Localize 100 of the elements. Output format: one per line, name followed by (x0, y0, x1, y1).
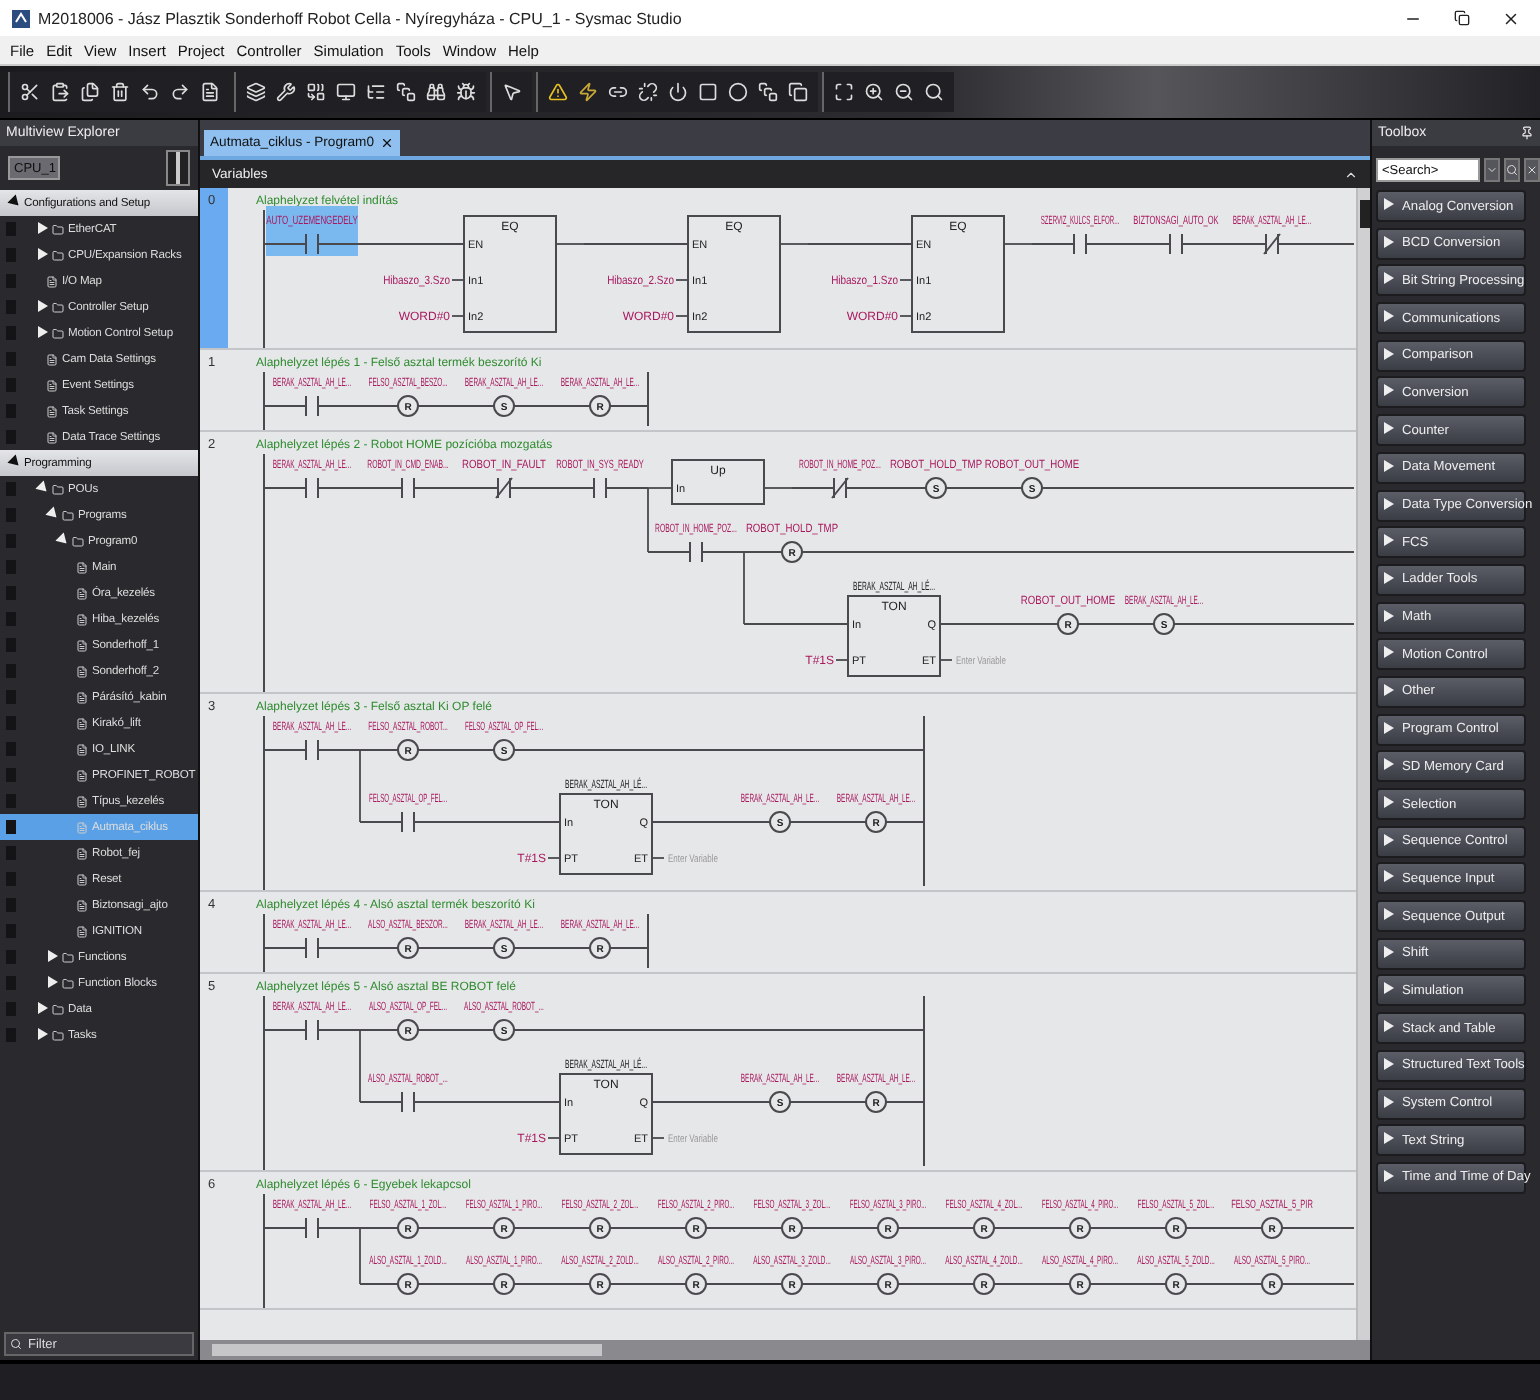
expand-arrow-icon[interactable] (1384, 198, 1394, 210)
expand-arrow-icon[interactable] (1384, 646, 1394, 659)
expand-arrow-icon[interactable] (1384, 272, 1394, 285)
contact-symbol[interactable] (401, 811, 415, 833)
marker-icon (6, 482, 16, 496)
restore-icon[interactable] (1454, 9, 1470, 25)
scissors-icon[interactable] (20, 82, 40, 102)
expand-arrow-icon[interactable] (38, 325, 48, 337)
copy-icon[interactable] (80, 82, 100, 102)
contact-symbol[interactable] (1073, 233, 1087, 255)
marker-icon (6, 274, 16, 288)
monitor-icon[interactable] (336, 82, 356, 102)
expand-arrow-icon[interactable] (38, 299, 48, 311)
expand-arrow-icon[interactable] (1384, 497, 1394, 509)
expand-arrow-icon[interactable] (1384, 908, 1394, 921)
zoom-in-icon[interactable] (864, 82, 884, 102)
expand-arrow-icon[interactable] (1384, 1132, 1394, 1145)
wrench-icon[interactable] (276, 82, 296, 102)
contact-symbol[interactable] (305, 937, 319, 959)
contact-symbol[interactable] (401, 1091, 415, 1113)
list-tree-icon[interactable] (366, 82, 386, 102)
expand-arrow-icon[interactable] (1384, 384, 1394, 397)
expand-arrow-icon[interactable] (38, 221, 48, 233)
undo-icon[interactable] (140, 82, 160, 102)
expand-arrow-icon[interactable] (38, 1027, 48, 1039)
vertical-scrollbar[interactable] (1356, 188, 1370, 1340)
warning-icon[interactable] (548, 82, 568, 102)
function-block[interactable] (847, 595, 941, 677)
contact-symbol[interactable] (689, 541, 703, 563)
expand-arrow-icon[interactable] (1384, 870, 1394, 883)
function-block[interactable] (559, 1073, 653, 1155)
expand-arrow-icon[interactable] (1384, 422, 1394, 435)
layers-icon[interactable] (246, 82, 266, 102)
pin-icon[interactable] (1520, 126, 1534, 140)
function-block[interactable] (687, 215, 781, 333)
paste-icon[interactable] (50, 82, 70, 102)
function-block[interactable] (463, 215, 557, 333)
closed-contact-symbol[interactable] (495, 477, 513, 499)
expand-arrow-icon[interactable] (1384, 721, 1394, 734)
closed-contact-symbol[interactable] (831, 477, 849, 499)
contact-symbol[interactable] (305, 1019, 319, 1041)
folder-icon (52, 1029, 64, 1041)
close-icon[interactable] (379, 136, 394, 150)
closed-contact-symbol[interactable] (1263, 233, 1281, 255)
expand-arrow-icon[interactable] (1384, 459, 1394, 472)
bug-icon[interactable] (456, 82, 476, 102)
expand-arrow-icon[interactable] (1384, 310, 1394, 323)
delete-icon[interactable] (110, 82, 130, 102)
lightning-icon[interactable] (578, 82, 598, 102)
contact-symbol[interactable] (305, 395, 319, 417)
expand-arrow-icon[interactable] (1384, 796, 1394, 808)
expand-arrow-icon[interactable] (1384, 833, 1394, 846)
expand-arrow-icon[interactable] (1384, 347, 1394, 360)
expand-arrow-icon[interactable] (1384, 1020, 1394, 1033)
expand-arrow-icon[interactable] (1384, 1169, 1394, 1182)
contact-symbol[interactable] (401, 477, 415, 499)
expand-arrow-icon[interactable] (1384, 683, 1394, 696)
expand-arrow-icon[interactable] (48, 949, 58, 961)
expand-arrow-icon[interactable] (1384, 982, 1394, 995)
pointer-icon[interactable] (502, 82, 522, 102)
stack-icon[interactable] (758, 82, 778, 102)
copy-icon[interactable] (788, 82, 808, 102)
contact-symbol[interactable] (1169, 233, 1183, 255)
expand-arrow-icon[interactable] (1384, 1095, 1394, 1107)
expand-arrow-icon[interactable] (38, 1001, 48, 1013)
expand-arrow-icon[interactable] (1384, 235, 1394, 248)
collapse-icon[interactable] (1344, 167, 1358, 181)
contact-symbol[interactable] (305, 739, 319, 761)
marker-icon (6, 768, 16, 782)
expand-arrow-icon[interactable] (38, 247, 48, 259)
close-icon[interactable] (1502, 9, 1520, 27)
circle-icon[interactable] (728, 82, 748, 102)
expand-arrow-icon[interactable] (1384, 1057, 1394, 1070)
unlink-icon[interactable] (638, 82, 658, 102)
power-icon[interactable] (668, 82, 688, 102)
function-block[interactable] (671, 459, 765, 505)
zoom-out-icon[interactable] (894, 82, 914, 102)
fit-icon[interactable] (834, 82, 854, 102)
wire (885, 1101, 925, 1103)
contact-symbol[interactable] (305, 1217, 319, 1239)
wire (899, 315, 913, 317)
stack-icon[interactable] (396, 82, 416, 102)
contact-symbol[interactable] (593, 477, 607, 499)
contact-symbol[interactable] (305, 477, 319, 499)
expand-arrow-icon[interactable] (1384, 534, 1394, 547)
marker-icon (6, 378, 16, 392)
link-icon[interactable] (608, 82, 628, 102)
horizontal-scrollbar[interactable] (200, 1340, 1370, 1360)
function-block[interactable] (911, 215, 1005, 333)
expand-arrow-icon[interactable] (48, 975, 58, 987)
expand-arrow-icon[interactable] (1384, 609, 1394, 622)
binoculars-icon[interactable] (426, 82, 446, 102)
expand-arrow-icon[interactable] (1384, 945, 1394, 958)
document-icon[interactable] (200, 82, 220, 102)
contact-symbol[interactable] (305, 233, 319, 255)
redo-icon[interactable] (170, 82, 190, 102)
expand-arrow-icon[interactable] (1384, 758, 1394, 771)
square-icon[interactable] (698, 82, 718, 102)
function-block[interactable] (559, 793, 653, 875)
expand-arrow-icon[interactable] (1384, 571, 1394, 584)
